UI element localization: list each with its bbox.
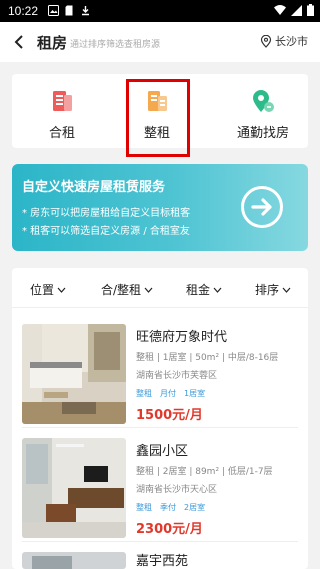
- filter-location[interactable]: 位置: [30, 281, 66, 298]
- listing-name: 嘉宇西苑: [136, 554, 189, 569]
- listing-tags: 整租 季付 2居室: [136, 502, 205, 513]
- category-shared-rent[interactable]: 合租: [32, 74, 92, 148]
- battery-icon: [307, 4, 314, 16]
- image-icon: [48, 5, 59, 16]
- listing-price: 2300元/月: [136, 522, 203, 537]
- category-label: 合租: [48, 126, 75, 141]
- banner-line: * 房东可以把房屋租给自定义目标租客: [22, 208, 191, 219]
- filter-label: 位置: [30, 283, 55, 297]
- listing-name: 鑫园小区: [136, 444, 189, 459]
- listing-photo: [22, 324, 126, 424]
- listing-photo: [22, 438, 126, 538]
- listing-item[interactable]: 旺德府万象时代 整租 | 1居室 | 50m² | 中层/8-16层 湖南省长沙…: [12, 316, 308, 428]
- listing-item[interactable]: 嘉宇西苑: [12, 544, 308, 569]
- listing-spec: 整租 | 2居室 | 89m² | 低层/1-7层: [136, 467, 273, 477]
- filter-sort[interactable]: 排序: [255, 281, 291, 298]
- page-subtitle: 通过排序筛选查租房源: [70, 40, 161, 50]
- filter-bar: 位置 合/整租 租金 排序: [12, 268, 308, 308]
- divider: [22, 541, 298, 542]
- commute-location-icon: [253, 90, 274, 112]
- listing-price: 1500元/月: [136, 408, 203, 423]
- city-selector[interactable]: 长沙市: [260, 33, 308, 49]
- listing-tag: 1居室: [184, 389, 206, 398]
- chevron-down-icon: [282, 287, 291, 293]
- listing-address: 湖南省长沙市天心区: [136, 485, 218, 495]
- listing-photo: [22, 552, 126, 569]
- category-label: 通勤找房: [236, 126, 289, 141]
- back-arrow-icon[interactable]: [10, 32, 30, 52]
- banner-line: * 租客可以筛选自定义房源 / 合租室友: [22, 226, 190, 237]
- sim-card-icon: [65, 5, 73, 16]
- wifi-icon: [274, 5, 286, 15]
- banner-title: 自定义快速房屋租赁服务: [22, 180, 166, 195]
- filter-label: 租金: [186, 283, 211, 297]
- listing-address: 湖南省长沙市芙蓉区: [136, 371, 218, 381]
- location-pin-icon: [260, 34, 272, 48]
- listing-spec: 整租 | 1居室 | 50m² | 中层/8-16层: [136, 353, 279, 363]
- service-banner[interactable]: 自定义快速房屋租赁服务 * 房东可以把房屋租给自定义目标租客 * 租客可以筛选自…: [12, 164, 308, 251]
- listing-tag: 季付: [160, 503, 176, 512]
- listing-item[interactable]: 鑫园小区 整租 | 2居室 | 89m² | 低层/1-7层 湖南省长沙市天心区…: [12, 430, 308, 542]
- filter-rent-type[interactable]: 合/整租: [101, 281, 153, 298]
- signal-icon: [291, 4, 302, 16]
- status-bar: 10:22: [0, 0, 320, 22]
- listing-tags: 整租 月付 1居室: [136, 388, 205, 399]
- filter-price[interactable]: 租金: [186, 281, 222, 298]
- shared-room-icon: [53, 91, 72, 111]
- listing-tag: 月付: [160, 389, 176, 398]
- city-label: 长沙市: [275, 35, 308, 48]
- arrow-right-icon[interactable]: [241, 186, 283, 228]
- top-header: 租房 通过排序筛选查租房源 长沙市: [0, 22, 320, 62]
- listing-name: 旺德府万象时代: [136, 330, 228, 345]
- page-title: 租房: [37, 34, 68, 52]
- filter-label: 合/整租: [101, 283, 142, 297]
- highlight-box: [126, 79, 190, 157]
- category-commute[interactable]: 通勤找房: [218, 74, 308, 148]
- status-time: 10:22: [8, 4, 39, 18]
- filter-label: 排序: [255, 283, 280, 297]
- listing-tag: 整租: [136, 389, 152, 398]
- listing-tag: 2居室: [184, 503, 206, 512]
- listing-panel: 位置 合/整租 租金 排序 旺德府万象时代 整租 | 1居室 | 50m² | …: [12, 268, 308, 569]
- divider: [22, 427, 298, 428]
- chevron-down-icon: [57, 287, 66, 293]
- chevron-down-icon: [144, 287, 153, 293]
- download-icon: [82, 6, 89, 16]
- listing-tag: 整租: [136, 503, 152, 512]
- chevron-down-icon: [213, 287, 222, 293]
